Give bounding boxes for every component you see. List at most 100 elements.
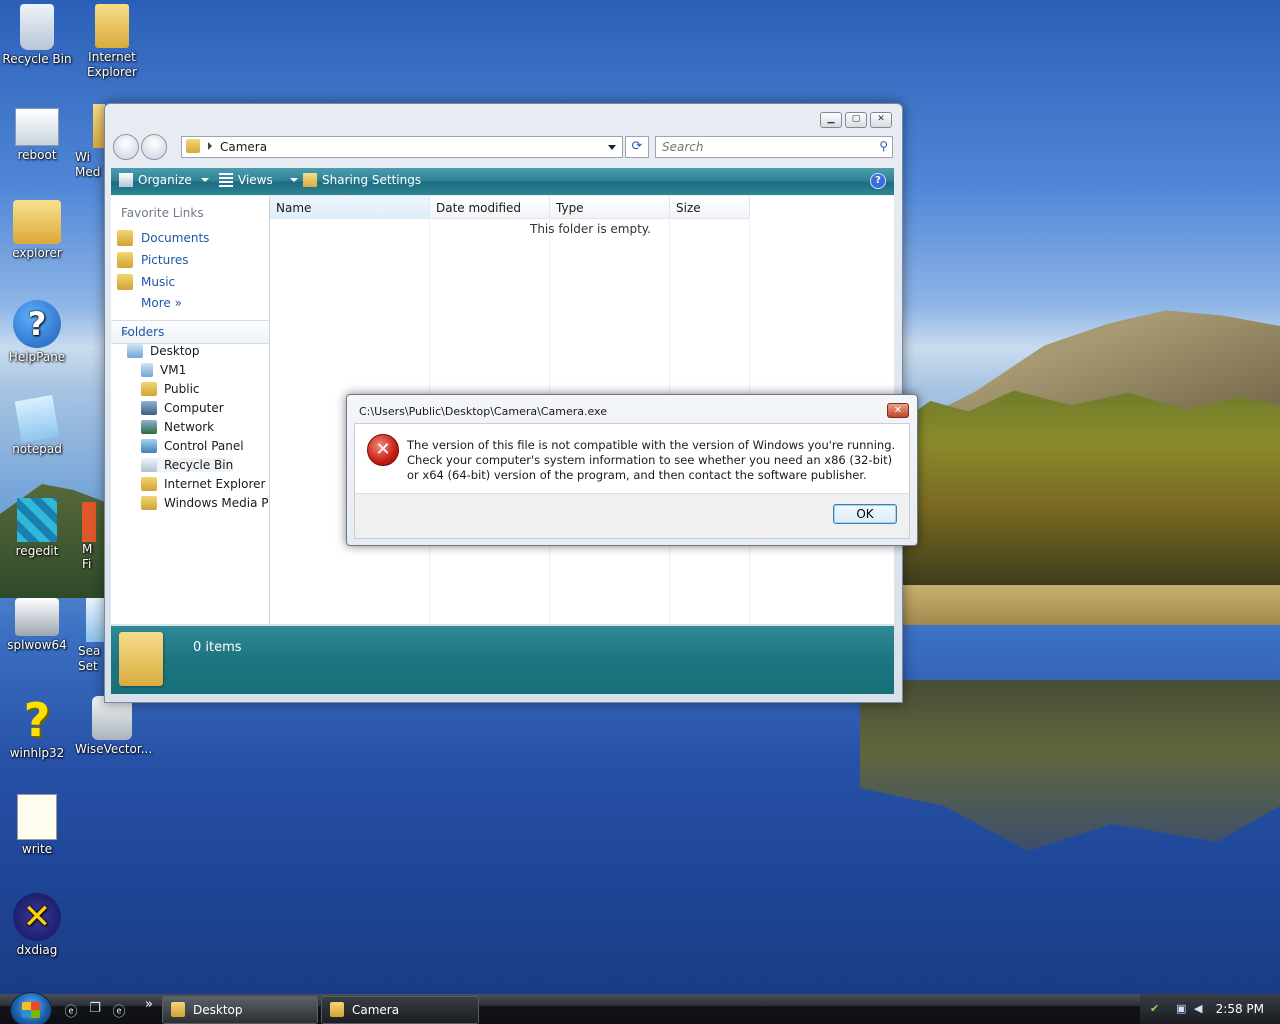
- breadcrumb-camera[interactable]: Camera: [220, 140, 267, 154]
- back-button[interactable]: [113, 134, 139, 160]
- error-dialog: C:\Users\Public\Desktop\Camera\Camera.ex…: [346, 394, 918, 546]
- tree-vm1[interactable]: VM1: [141, 363, 186, 377]
- dxdiag-icon: ✕: [13, 893, 61, 941]
- column-name[interactable]: Name ^: [270, 192, 430, 219]
- desktop-icon-regedit[interactable]: regedit: [0, 498, 74, 559]
- desktop-icon-internet-explorer[interactable]: Internet Explorer: [75, 4, 149, 80]
- desktop-icon-label: Internet Explorer: [87, 50, 137, 79]
- tree-control-panel[interactable]: Control Panel: [141, 439, 244, 453]
- column-size[interactable]: Size: [670, 196, 750, 219]
- error-icon: ✕: [367, 434, 399, 466]
- chevron-down-icon: [200, 178, 209, 182]
- column-label: Name: [276, 201, 312, 215]
- folders-header[interactable]: Folders ⌄: [111, 320, 269, 344]
- browser-quicklaunch-icon[interactable]: ⓔ: [111, 1001, 127, 1020]
- taskbar-button-camera[interactable]: Camera: [321, 996, 479, 1024]
- views-button[interactable]: Views: [219, 173, 298, 187]
- views-icon: [219, 173, 233, 187]
- desktop-icon-notepad[interactable]: notepad: [0, 395, 74, 457]
- desktop-icon-media[interactable]: M Fi: [82, 502, 104, 572]
- organize-button[interactable]: Organize: [119, 173, 209, 187]
- more-link[interactable]: More »: [141, 296, 182, 310]
- taskbar-button-desktop[interactable]: Desktop: [162, 996, 318, 1024]
- network-icon[interactable]: ▣: [1176, 1002, 1188, 1015]
- minimize-button[interactable]: ▁: [820, 112, 842, 128]
- desktop-icon-helppane[interactable]: ? HelpPane: [0, 300, 74, 365]
- ok-button[interactable]: OK: [833, 504, 897, 524]
- favorite-music[interactable]: Music: [117, 274, 175, 290]
- ie-quicklaunch-icon[interactable]: ⓔ: [63, 1001, 79, 1020]
- address-dropdown-icon[interactable]: [608, 145, 616, 150]
- volume-icon[interactable]: ◀: [1194, 1002, 1206, 1015]
- taskbar: ⓔ ❐ ⓔ » Desktop Camera ✔ ▣ ◀ 2:58 PM: [0, 992, 1280, 1024]
- maximize-button[interactable]: ▢: [845, 112, 867, 128]
- desktop-icon-dxdiag[interactable]: ✕ dxdiag: [0, 893, 74, 958]
- refresh-button[interactable]: ⟳: [625, 136, 649, 158]
- desktop-icon-label: M Fi: [82, 542, 93, 571]
- desktop-icon-wisevector[interactable]: WiseVector...: [75, 696, 153, 757]
- tree-recycle-bin[interactable]: Recycle Bin: [141, 458, 234, 472]
- forward-button[interactable]: [141, 134, 167, 160]
- breadcrumb-arrow-icon[interactable]: [208, 142, 212, 150]
- computer-icon: [141, 401, 157, 415]
- desktop-icon-label: Sea Set: [78, 644, 101, 673]
- sharing-settings-button[interactable]: Sharing Settings: [303, 173, 421, 187]
- desktop-icon-label: WiseVector...: [75, 742, 153, 756]
- tree-network[interactable]: Network: [141, 420, 214, 434]
- views-label: Views: [238, 173, 273, 187]
- desktop-icon-splwow64[interactable]: splwow64: [0, 598, 74, 653]
- favorite-label: Pictures: [141, 253, 189, 267]
- clock[interactable]: 2:58 PM: [1216, 1002, 1264, 1016]
- desktop-icon-reboot[interactable]: reboot: [0, 108, 74, 163]
- double-chevron-icon: »: [174, 296, 182, 310]
- desktop-icon-label: reboot: [17, 148, 57, 162]
- safety-icon[interactable]: ✔: [1150, 1002, 1162, 1015]
- tree-internet-explorer[interactable]: Internet Explorer: [141, 477, 265, 491]
- tree-desktop[interactable]: Desktop: [127, 344, 200, 358]
- desktop-icon-label: Recycle Bin: [2, 52, 72, 66]
- quicklaunch-more[interactable]: »: [141, 997, 157, 1013]
- desktop-icon-explorer[interactable]: explorer: [0, 200, 74, 261]
- help-icon[interactable]: ?: [870, 173, 886, 189]
- folder-icon: [141, 477, 157, 491]
- desktop-icon-windows-media[interactable]: Wi Med: [75, 104, 105, 180]
- desktop-icon-winhlp32[interactable]: ? winhlp32: [0, 696, 74, 761]
- search-input[interactable]: [660, 137, 864, 157]
- dialog-close-button[interactable]: ✕: [887, 403, 909, 418]
- tree-label: Control Panel: [164, 439, 244, 453]
- close-button[interactable]: ✕: [870, 112, 892, 128]
- tree-windows-media-player[interactable]: Windows Media Pla: [141, 496, 269, 510]
- setup-icon: [86, 598, 104, 642]
- desktop-icon-recycle-bin[interactable]: Recycle Bin: [0, 4, 74, 67]
- switch-windows-icon[interactable]: ❐: [87, 1001, 103, 1017]
- tree-computer[interactable]: Computer: [141, 401, 224, 415]
- tree-label: Desktop: [150, 344, 200, 358]
- tree-label: Public: [164, 382, 200, 396]
- desktop-icon-label: winhlp32: [9, 746, 65, 760]
- start-button[interactable]: [10, 992, 52, 1024]
- search-icon[interactable]: ⚲: [879, 139, 888, 153]
- desktop-icon-label: regedit: [15, 544, 59, 558]
- folder-icon: [330, 1002, 344, 1017]
- wallpaper-reflection: [860, 680, 1280, 851]
- tree-public[interactable]: Public: [141, 382, 200, 396]
- dialog-body: ✕ The version of this file is not compat…: [354, 423, 910, 539]
- desktop-icon-setup[interactable]: Sea Set: [78, 598, 104, 674]
- desktop-icon-label: dxdiag: [16, 943, 58, 957]
- favorite-pictures[interactable]: Pictures: [117, 252, 189, 268]
- column-date-modified[interactable]: Date modified: [430, 196, 550, 219]
- favorite-documents[interactable]: Documents: [117, 230, 209, 246]
- dialog-footer: OK: [355, 493, 909, 538]
- recycle-bin-icon: [141, 458, 157, 472]
- empty-folder-text: This folder is empty.: [530, 222, 651, 236]
- address-bar[interactable]: Camera: [181, 136, 623, 158]
- desktop-icon-label: notepad: [12, 442, 62, 456]
- windows-flag-icon: [22, 1002, 40, 1018]
- column-type[interactable]: Type: [550, 196, 670, 219]
- tree-label: VM1: [160, 363, 187, 377]
- help-icon: ?: [13, 300, 61, 348]
- desktop-icon-write[interactable]: write: [0, 794, 74, 857]
- reboot-icon: [15, 108, 59, 146]
- internet-explorer-icon: [95, 4, 129, 48]
- search-box[interactable]: ⚲: [655, 136, 893, 158]
